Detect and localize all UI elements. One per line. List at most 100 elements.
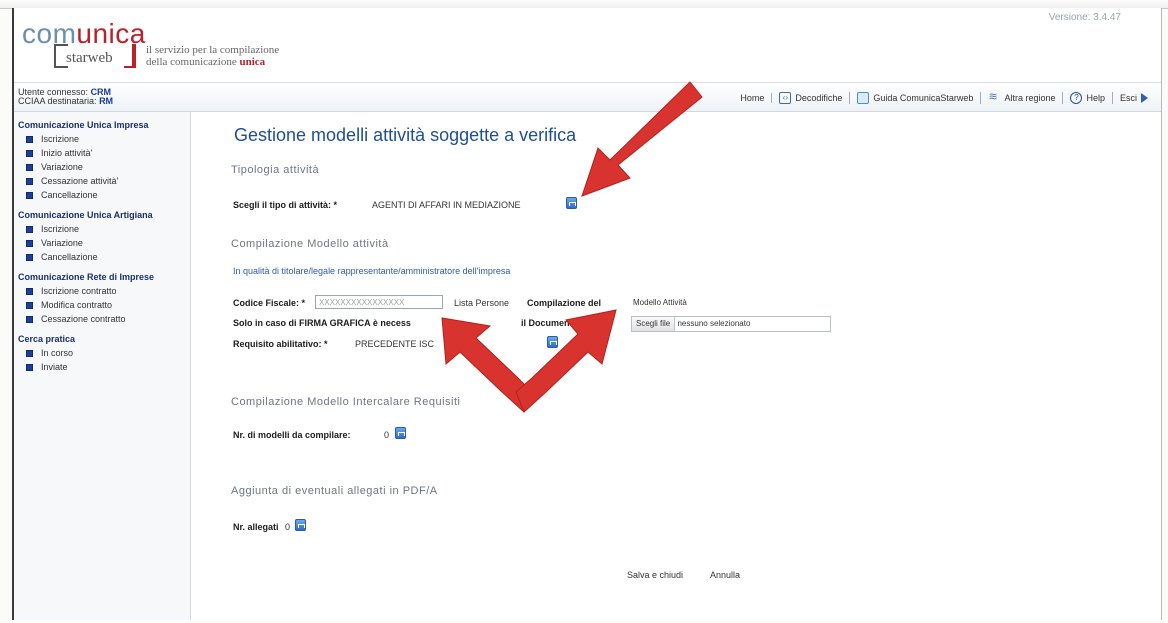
sidebar-section-rete-imprese: Comunicazione Rete di Imprese Iscrizione… xyxy=(14,270,190,326)
bullet-icon xyxy=(26,301,33,309)
sidebar-section-title: Comunicazione Rete di Imprese xyxy=(18,272,155,282)
sidebar-item-label: In corso xyxy=(41,348,74,358)
nr-modelli-label: Nr. di modelli da compilare: xyxy=(233,430,351,440)
nav-decodifiche[interactable]: ‹› Decodifiche xyxy=(772,92,851,104)
bullet-icon xyxy=(26,163,33,171)
lista-persone-link[interactable]: Lista Persone xyxy=(454,298,509,308)
sidebar-item-cessazione-contratto[interactable]: Cessazione contratto xyxy=(14,312,190,326)
section-title-compilazione: Compilazione Modello attività xyxy=(231,238,389,250)
nav-help-label: Help xyxy=(1086,93,1105,103)
main-content: Gestione modelli attività soggette a ver… xyxy=(191,112,1161,620)
qualita-link[interactable]: In qualità di titolare/legale rappresent… xyxy=(233,266,510,276)
sidebar-item-modifica-contratto[interactable]: Modifica contratto xyxy=(14,298,190,312)
sidebar-item-cancellazione[interactable]: Cancellazione xyxy=(14,188,190,202)
cancel-button[interactable]: Annulla xyxy=(710,570,740,580)
bullet-icon xyxy=(26,239,33,247)
nav-esci[interactable]: Esci xyxy=(1113,93,1155,103)
bullet-icon xyxy=(26,135,33,143)
cciaa-value: RM xyxy=(99,96,114,106)
sidebar-item-label: Variazione xyxy=(41,238,83,248)
tagline-line2: della comunicazione unica xyxy=(146,56,279,68)
requisito-label: Requisito abilitativo: * xyxy=(233,339,328,349)
logo-bracket-right xyxy=(124,44,136,68)
sidebar-item-label: Iscrizione xyxy=(41,134,80,144)
nr-modelli-select[interactable]: 0 xyxy=(384,430,389,440)
tipo-attivita-select[interactable]: AGENTI DI AFFARI IN MEDIAZIONE xyxy=(372,200,521,210)
app-header: com unica starweb il servizio per la comp… xyxy=(14,8,1161,83)
sidebar-item-variazione-artigiana[interactable]: Variazione xyxy=(14,236,190,250)
nav-help[interactable]: ? Help xyxy=(1063,92,1113,104)
tagline-accent: unica xyxy=(239,56,266,68)
nav-decodifiche-label: Decodifiche xyxy=(795,93,843,103)
sidebar-section-title: Comunicazione Unica Artigiana xyxy=(18,210,153,220)
sidebar: Comunicazione Unica Impresa Iscrizione I… xyxy=(14,112,191,620)
sidebar-item-inviate[interactable]: Inviate xyxy=(14,360,190,374)
codice-fiscale-label: Codice Fiscale: * xyxy=(233,298,306,308)
bullet-icon xyxy=(26,315,33,323)
sidebar-item-iscrizione-artigiana[interactable]: Iscrizione xyxy=(14,222,190,236)
sidebar-item-label: Variazione xyxy=(41,162,83,172)
save-close-button[interactable]: Salva e chiudi xyxy=(627,570,683,580)
sidebar-item-label: Inizio attività' xyxy=(41,148,93,158)
logo-subtitle: starweb xyxy=(66,50,113,66)
tagline-line1: il servizio per la compilazione xyxy=(146,44,280,56)
user-info: Utente connesso: CRM CCIAA destinataria:… xyxy=(18,88,113,106)
sidebar-item-label: Cessazione attività' xyxy=(41,176,119,186)
nav-guida[interactable]: Guida ComunicaStarweb xyxy=(850,92,982,104)
sidebar-item-in-corso[interactable]: In corso xyxy=(14,346,190,360)
nr-allegati-select[interactable]: 0 xyxy=(285,522,290,532)
dropdown-arrow-icon[interactable] xyxy=(547,336,558,348)
page-title: Gestione modelli attività soggette a ver… xyxy=(234,125,577,145)
app-window: com unica starweb il servizio per la comp… xyxy=(12,8,1162,620)
sidebar-item-label: Iscrizione contratto xyxy=(41,286,117,296)
file-input[interactable]: Scegli file nessuno selezionato xyxy=(631,316,831,332)
dropdown-arrow-icon[interactable] xyxy=(295,519,306,531)
sidebar-item-variazione[interactable]: Variazione xyxy=(14,160,190,174)
guide-icon xyxy=(857,92,870,104)
region-icon: ≋ xyxy=(988,91,998,103)
codice-fiscale-input[interactable]: XXXXXXXXXXXXXXXX xyxy=(315,295,443,309)
sidebar-item-label: Iscrizione xyxy=(41,224,80,234)
choose-file-button[interactable]: Scegli file xyxy=(632,317,676,331)
nr-allegati-label: Nr. allegati xyxy=(233,522,279,532)
sidebar-item-label: Cessazione contratto xyxy=(41,314,126,324)
requisito-select[interactable]: PRECEDENTE ISC xyxy=(355,339,434,349)
nav-altra-regione[interactable]: ≋ Altra regione xyxy=(981,91,1064,104)
bullet-icon xyxy=(26,149,33,157)
dropdown-arrow-icon[interactable] xyxy=(395,427,406,439)
info-bar: Utente connesso: CRM CCIAA destinataria:… xyxy=(14,83,1161,112)
sidebar-section-title: Cerca pratica xyxy=(18,334,76,344)
bullet-icon xyxy=(26,225,33,233)
nav-esci-label: Esci xyxy=(1119,93,1137,103)
sidebar-section-artigiana: Comunicazione Unica Artigiana Iscrizione… xyxy=(14,208,190,264)
sidebar-item-iscrizione[interactable]: Iscrizione xyxy=(14,132,190,146)
section-title-allegati: Aggiunta di eventuali allegati in PDF/A xyxy=(231,485,438,497)
nav-home-label: Home xyxy=(740,93,765,103)
nav-guida-label: Guida ComunicaStarweb xyxy=(873,93,974,103)
modello-attivita-text: Modello Attività xyxy=(633,298,687,307)
sidebar-item-cessazione-attivita[interactable]: Cessazione attività' xyxy=(14,174,190,188)
exit-icon xyxy=(1141,93,1148,103)
sidebar-section-impresa: Comunicazione Unica Impresa Iscrizione I… xyxy=(14,118,190,202)
tipo-attivita-label: Scegli il tipo di attività: * xyxy=(233,200,338,210)
sidebar-section-cerca-pratica: Cerca pratica In corso Inviate xyxy=(14,332,190,374)
tagline-line2-text: della comunicazione xyxy=(146,56,237,68)
firma-grafica-label-b: il Documento xyxy=(521,318,579,328)
logo-text-pre: com xyxy=(22,18,77,49)
sidebar-item-cancellazione-artigiana[interactable]: Cancellazione xyxy=(14,250,190,264)
bullet-icon xyxy=(26,349,33,357)
bullet-icon xyxy=(26,177,33,185)
bullet-icon xyxy=(26,253,33,261)
sidebar-item-iscrizione-contratto[interactable]: Iscrizione contratto xyxy=(14,284,190,298)
version-label: Versione: 3.4.47 xyxy=(1048,12,1121,23)
bullet-icon xyxy=(26,287,33,295)
nav-altra-regione-label: Altra regione xyxy=(1004,93,1056,103)
sidebar-section-title: Comunicazione Unica Impresa xyxy=(18,120,149,130)
sidebar-item-label: Cancellazione xyxy=(41,190,98,200)
nav-home[interactable]: Home xyxy=(733,93,773,103)
dropdown-arrow-icon[interactable] xyxy=(566,197,577,209)
sidebar-item-label: Inviate xyxy=(41,362,68,372)
sidebar-item-inizio-attivita[interactable]: Inizio attività' xyxy=(14,146,190,160)
sidebar-item-label: Cancellazione xyxy=(41,252,98,262)
sidebar-item-label: Modifica contratto xyxy=(41,300,113,310)
